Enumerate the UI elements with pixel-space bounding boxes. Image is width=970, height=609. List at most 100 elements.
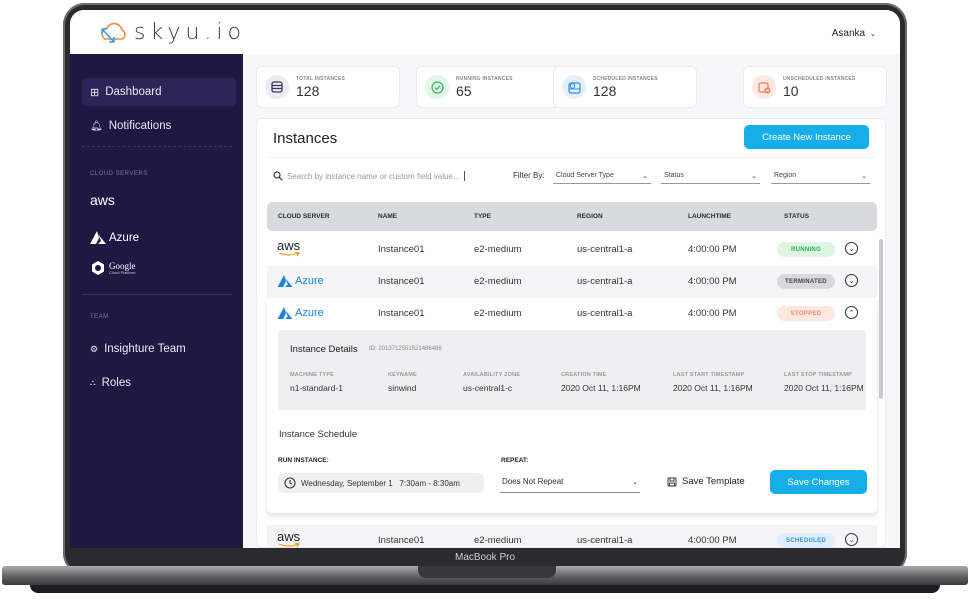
divider	[270, 157, 874, 158]
create-new-instance-button[interactable]: Create New Instance	[744, 125, 869, 149]
calendar-clock-icon	[562, 75, 586, 99]
instance-region: us-central1-a	[577, 535, 633, 546]
azure-logo: Azure	[277, 275, 324, 287]
instance-launchtime: 4:00:00 PM	[688, 276, 737, 287]
instance-type: e2-medium	[474, 244, 522, 255]
run-instance-value: Wednesday, September 1 7:30am - 8:30am	[301, 478, 460, 488]
instance-name: Instance01	[378, 276, 425, 287]
bell-icon: 🔔︎	[90, 120, 103, 132]
filter-region[interactable]: Region ⌄	[771, 168, 870, 184]
sidebar-item-azure[interactable]: Azure	[90, 231, 139, 244]
aws-logo: aws	[277, 239, 300, 257]
instance-region: us-central1-a	[577, 276, 633, 287]
chevron-down-icon: ⌄	[642, 172, 648, 180]
select-value: Region	[774, 172, 797, 179]
calendar-x-icon	[752, 75, 776, 99]
column-header[interactable]: LAUNCHTIME	[688, 213, 731, 220]
table-row[interactable]: aws Instance01 e2-medium us-central1-a 4…	[267, 234, 877, 266]
sidebar-item-label: Dashboard	[105, 86, 162, 98]
repeat-select[interactable]: Does Not Repeat ⌄	[500, 471, 640, 493]
stat-card-scheduled: SCHEDULED INSTANCES 128	[553, 66, 697, 108]
status-badge: TERMINATED	[777, 274, 835, 289]
laptop-notch	[418, 566, 556, 578]
details-title: Instance Details	[290, 344, 358, 355]
stat-value: 128	[593, 82, 617, 99]
sidebar-item-dashboard[interactable]: ⊞ Dashboard	[82, 78, 236, 106]
roles-icon: ⛬	[90, 378, 96, 387]
grid-icon: ⊞	[90, 86, 100, 99]
google-sub-label: Cloud Platform	[109, 269, 136, 275]
save-changes-button[interactable]: Save Changes	[770, 470, 867, 494]
save-template-button[interactable]: Save Template	[667, 476, 745, 487]
table-row[interactable]: aws Instance01 e2-medium us-central1-a 4…	[267, 525, 877, 547]
detail-field: LAST STOP TIMESTAMP 2020 Oct 11, 1:16PM	[784, 372, 864, 393]
instance-details-card: Instance Details ID: 2013712551521486486…	[278, 330, 866, 410]
check-circle-icon	[425, 75, 449, 99]
stat-value: 10	[783, 82, 799, 99]
team-heading: TEAM	[90, 314, 109, 320]
column-header[interactable]: STATUS	[784, 213, 809, 220]
column-header[interactable]: NAME	[378, 213, 397, 220]
sidebar-item-notifications[interactable]: 🔔︎ Notifications	[82, 112, 236, 140]
top-bar: skyu.io Asanka ⌄	[70, 10, 900, 54]
sidebar-item-insighture-team[interactable]: ⚙ Insighture Team	[82, 335, 236, 363]
stat-label: TOTAL INSTANCES	[296, 75, 346, 82]
user-name: Asanka	[831, 28, 866, 39]
team-icon: ⚙	[90, 343, 99, 354]
instances-panel: Instances Create New Instance Search by …	[256, 118, 886, 548]
filter-label: Filter By:	[513, 171, 545, 180]
chevron-down-icon[interactable]: ⌄	[845, 274, 858, 287]
column-header[interactable]: TYPE	[474, 213, 491, 220]
run-instance-field[interactable]: Wednesday, September 1 7:30am - 8:30am	[278, 473, 484, 493]
filter-cloud-server-type[interactable]: Cloud Server Type ⌄	[553, 168, 651, 184]
azure-label: Azure	[109, 231, 140, 244]
main-content: TOTAL INSTANCES 128 RUNNING INSTANCES 65 S…	[243, 54, 900, 548]
instance-type: e2-medium	[474, 276, 522, 287]
status-badge: RUNNING	[777, 242, 835, 257]
repeat-label: REPEAT:	[501, 457, 529, 464]
logo[interactable]: skyu.io	[98, 20, 246, 45]
table-row[interactable]: Azure Instance01 e2-medium us-central1-a…	[267, 266, 877, 298]
sidebar-item-aws[interactable]: aws	[90, 193, 115, 207]
search-placeholder: Search by instance name or custom field …	[287, 171, 460, 181]
column-header[interactable]: CLOUD SERVER	[278, 213, 330, 220]
scrollbar[interactable]	[879, 239, 883, 399]
instance-region: us-central1-a	[577, 244, 633, 255]
select-value: Cloud Server Type	[556, 172, 614, 179]
detail-field: KEYNAME sinwind	[388, 372, 417, 393]
run-instance-label: RUN INSTANCE:	[278, 457, 329, 464]
chevron-down-icon: ⌄	[751, 172, 757, 180]
detail-field: LAST START TIMESTAMP 2020 Oct 11, 1:16PM	[673, 372, 753, 393]
stat-label: UNSCHEDULED INSTANCES	[783, 75, 856, 82]
instance-launchtime: 4:00:00 PM	[688, 244, 737, 255]
save-template-label: Save Template	[682, 476, 745, 487]
user-menu[interactable]: Asanka ⌄	[832, 28, 876, 39]
sidebar-item-roles[interactable]: ⛬ Roles	[82, 369, 236, 397]
search-input[interactable]: Search by instance name or custom field …	[273, 169, 481, 183]
stat-label: SCHEDULED INSTANCES	[593, 75, 658, 82]
stat-value: 65	[456, 82, 472, 99]
server-stack-icon	[265, 75, 289, 99]
stat-value: 128	[296, 82, 320, 99]
aws-logo: aws	[90, 192, 115, 208]
filter-status[interactable]: Status ⌄	[661, 168, 760, 184]
sidebar-item-google-cloud[interactable]: Google Cloud Platform	[90, 260, 136, 276]
sidebar-item-label: Notifications	[108, 120, 172, 132]
divider	[82, 146, 232, 147]
instance-id: ID: 2013712551521486486	[369, 346, 442, 352]
instance-expanded-panel: Instance Details ID: 2013712551521486486…	[267, 298, 877, 513]
stat-card-total: TOTAL INSTANCES 128	[256, 66, 400, 108]
instance-type: e2-medium	[474, 535, 522, 546]
chevron-down-icon: ⌄	[632, 478, 638, 486]
device-label: MacBook Pro	[454, 552, 516, 563]
cloud-logo-icon	[101, 22, 126, 43]
instance-name: Instance01	[378, 535, 425, 546]
detail-field: CREATION TIME 2020 Oct 11, 1:16PM	[561, 372, 641, 393]
chevron-down-icon[interactable]: ⌄	[845, 533, 858, 546]
chevron-down-icon[interactable]: ⌄	[845, 242, 858, 255]
stat-card-unscheduled: UNSCHEDULED INSTANCES 10	[743, 66, 887, 108]
column-header[interactable]: REGION	[577, 213, 603, 220]
repeat-value: Does Not Repeat	[502, 477, 564, 486]
table-header: CLOUD SERVER NAME TYPE REGION LAUNCHTIME…	[267, 202, 877, 231]
text-caret	[463, 171, 465, 181]
